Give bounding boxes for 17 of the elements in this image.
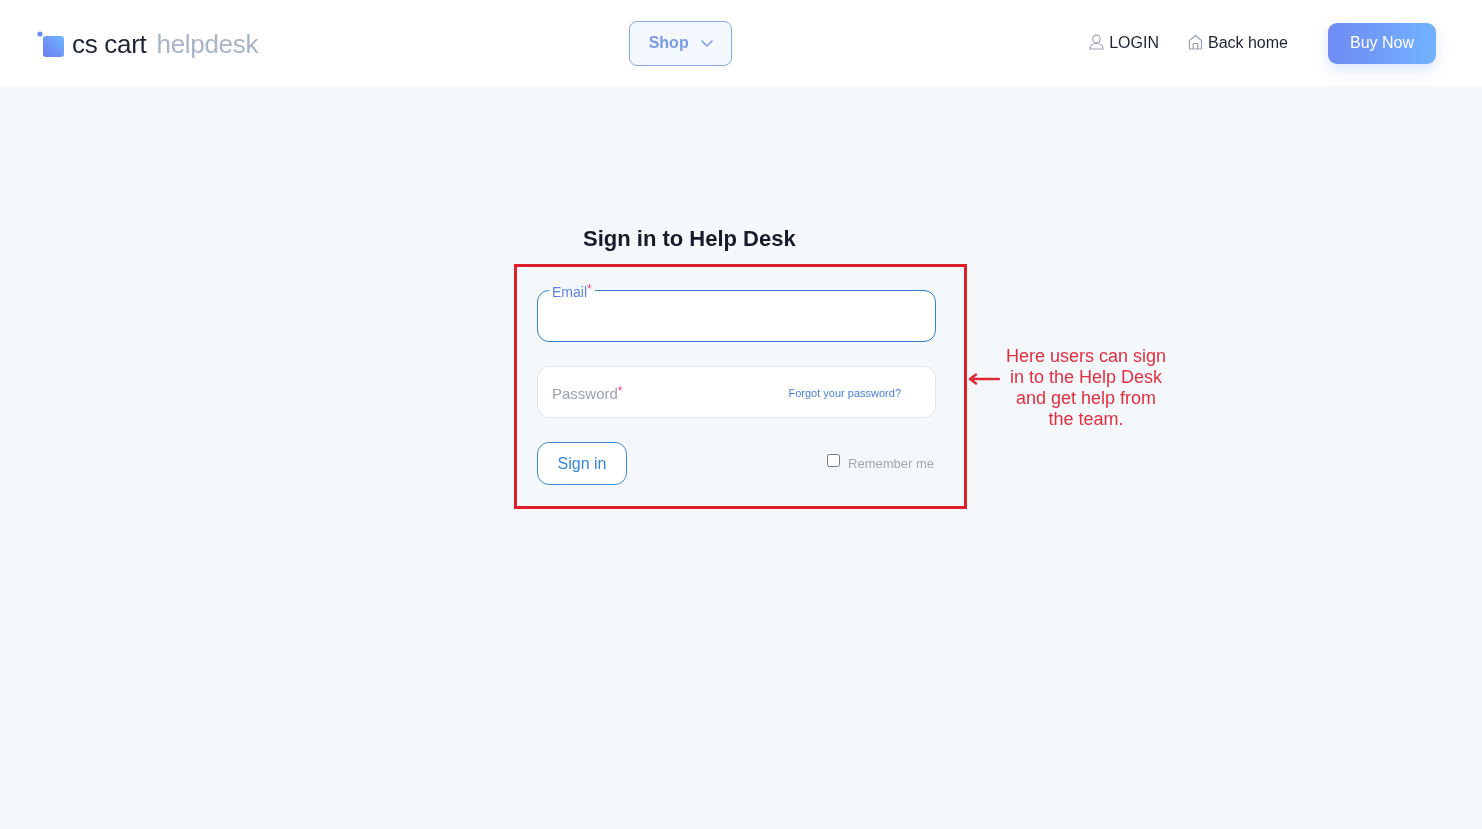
password-field[interactable] xyxy=(537,366,936,418)
forgot-password-link[interactable]: Forgot your password? xyxy=(788,386,901,399)
arrow-icon xyxy=(968,373,1000,385)
logo-icon xyxy=(37,31,64,57)
annotation-text: Here users can sign in to the Help Desk and get help from the team. xyxy=(1004,346,1168,430)
home-icon xyxy=(1187,33,1203,50)
field-label: Password$^{*}$ xyxy=(552,382,623,403)
page-title: Sign in to Help Desk xyxy=(583,225,797,253)
shop-menu-button[interactable]: Shop xyxy=(629,20,733,66)
remember-checkbox[interactable] xyxy=(827,454,841,467)
buy-now-button[interactable]: Buy Now xyxy=(1328,22,1436,64)
login-link[interactable]: LOGIN xyxy=(1089,34,1159,52)
home-link[interactable]: Back home xyxy=(1187,34,1288,52)
logo-link[interactable]: cs cart helpdesk xyxy=(37,26,259,60)
sign-in-button[interactable]: Sign in xyxy=(537,442,627,485)
remember-label: Remember me xyxy=(848,456,934,471)
user-icon xyxy=(1089,33,1105,50)
